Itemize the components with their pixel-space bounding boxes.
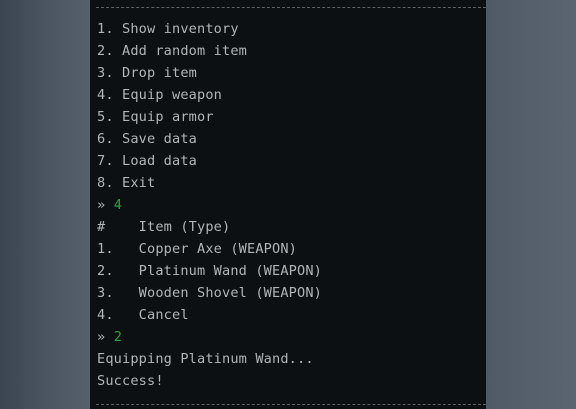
- menu-item-add-random-item: 2. Add random item: [97, 43, 248, 59]
- item-row-cancel: 4. Cancel: [97, 307, 189, 323]
- menu-item-load-data: 7. Load data: [97, 153, 198, 169]
- top-divider: [96, 7, 486, 8]
- terminal-output: 1. Show inventory 2. Add random item 3. …: [97, 18, 482, 392]
- terminal-window[interactable]: 1. Show inventory 2. Add random item 3. …: [90, 0, 486, 409]
- item-row-platinum-wand: 2. Platinum Wand (WEAPON): [97, 263, 323, 279]
- menu-item-equip-weapon: 4. Equip weapon: [97, 87, 223, 103]
- prompt-symbol: »: [97, 329, 106, 345]
- result-message: Success!: [97, 373, 164, 389]
- menu-item-drop-item: 3. Drop item: [97, 65, 198, 81]
- equipping-message: Equipping Platinum Wand...: [97, 351, 314, 367]
- item-table-header: # Item (Type): [97, 219, 231, 235]
- item-row-copper-axe: 1. Copper Axe (WEAPON): [97, 241, 298, 257]
- prompt-line-1: » 4: [97, 194, 482, 216]
- item-row-wooden-shovel: 3. Wooden Shovel (WEAPON): [97, 285, 323, 301]
- menu-item-show-inventory: 1. Show inventory: [97, 21, 239, 37]
- user-input-1: 4: [113, 197, 123, 213]
- menu-item-equip-armor: 5. Equip armor: [97, 109, 214, 125]
- prompt-symbol: »: [97, 197, 106, 213]
- menu-item-save-data: 6. Save data: [97, 131, 198, 147]
- prompt-line-2: » 2: [97, 326, 482, 348]
- user-input-2: 2: [113, 329, 123, 345]
- menu-item-exit: 8. Exit: [97, 175, 156, 191]
- bottom-divider: [96, 404, 486, 405]
